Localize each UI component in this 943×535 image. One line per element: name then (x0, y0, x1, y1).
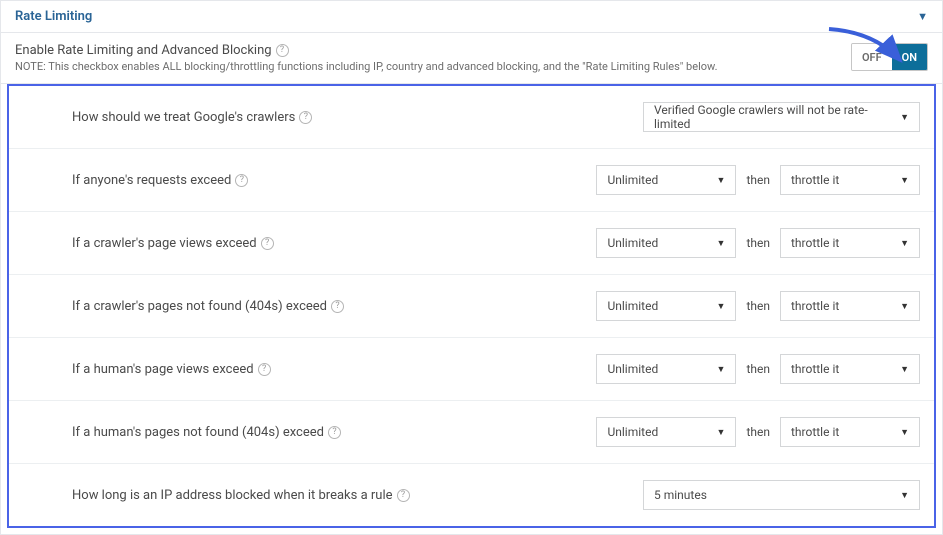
then-label: then (746, 173, 770, 187)
select-crawler-views-limit[interactable]: Unlimited ▼ (596, 228, 736, 258)
help-icon[interactable]: ? (397, 489, 410, 502)
label-human-404: If a human's pages not found (404s) exce… (72, 425, 596, 440)
label-human-views: If a human's page views exceed ? (72, 362, 596, 377)
select-anyone-limit[interactable]: Unlimited ▼ (596, 165, 736, 195)
caret-down-icon: ▼ (717, 364, 726, 375)
row-crawler-404: If a crawler's pages not found (404s) ex… (9, 275, 934, 338)
controls-block-duration: 5 minutes ▼ (643, 480, 920, 510)
row-human-views: If a human's page views exceed ? Unlimit… (9, 338, 934, 401)
enable-left: Enable Rate Limiting and Advanced Blocki… (15, 43, 851, 73)
caret-down-icon: ▼ (900, 175, 909, 186)
caret-down-icon: ▼ (900, 364, 909, 375)
help-icon[interactable]: ? (276, 44, 289, 57)
label-crawler-404: If a crawler's pages not found (404s) ex… (72, 299, 596, 314)
select-google-crawlers[interactable]: Verified Google crawlers will not be rat… (643, 102, 920, 132)
chevron-down-icon[interactable]: ▼ (917, 10, 928, 23)
select-crawler-404-limit[interactable]: Unlimited ▼ (596, 291, 736, 321)
select-block-duration[interactable]: 5 minutes ▼ (643, 480, 920, 510)
enable-toggle[interactable]: OFF ON (851, 43, 928, 71)
caret-down-icon: ▼ (717, 301, 726, 312)
toggle-on[interactable]: ON (892, 44, 927, 70)
caret-down-icon: ▼ (900, 301, 909, 312)
label-google-crawlers: How should we treat Google's crawlers ? (72, 110, 643, 125)
select-human-404-limit[interactable]: Unlimited ▼ (596, 417, 736, 447)
help-icon[interactable]: ? (331, 300, 344, 313)
controls-anyone: Unlimited ▼ then throttle it ▼ (596, 165, 920, 195)
panel-header[interactable]: Rate Limiting ▼ (1, 1, 942, 33)
controls-human-views: Unlimited ▼ then throttle it ▼ (596, 354, 920, 384)
help-icon[interactable]: ? (299, 111, 312, 124)
label-block-duration: How long is an IP address blocked when i… (72, 488, 643, 503)
then-label: then (746, 425, 770, 439)
panel-title: Rate Limiting (15, 9, 92, 24)
help-icon[interactable]: ? (235, 174, 248, 187)
row-anyone-requests: If anyone's requests exceed ? Unlimited … (9, 149, 934, 212)
caret-down-icon: ▼ (717, 175, 726, 186)
caret-down-icon: ▼ (717, 238, 726, 249)
help-icon[interactable]: ? (258, 363, 271, 376)
row-block-duration: How long is an IP address blocked when i… (9, 464, 934, 526)
then-label: then (746, 362, 770, 376)
enable-label: Enable Rate Limiting and Advanced Blocki… (15, 43, 851, 58)
controls-human-404: Unlimited ▼ then throttle it ▼ (596, 417, 920, 447)
select-human-404-action[interactable]: throttle it ▼ (780, 417, 920, 447)
controls-crawler-views: Unlimited ▼ then throttle it ▼ (596, 228, 920, 258)
select-human-views-action[interactable]: throttle it ▼ (780, 354, 920, 384)
caret-down-icon: ▼ (900, 490, 909, 501)
caret-down-icon: ▼ (900, 112, 909, 123)
controls-google: Verified Google crawlers will not be rat… (643, 102, 920, 132)
help-icon[interactable]: ? (261, 237, 274, 250)
settings-highlight: How should we treat Google's crawlers ? … (7, 84, 936, 528)
select-anyone-action[interactable]: throttle it ▼ (780, 165, 920, 195)
rate-limiting-panel: Rate Limiting ▼ Enable Rate Limiting and… (0, 0, 943, 535)
then-label: then (746, 236, 770, 250)
then-label: then (746, 299, 770, 313)
caret-down-icon: ▼ (900, 427, 909, 438)
select-crawler-views-action[interactable]: throttle it ▼ (780, 228, 920, 258)
caret-down-icon: ▼ (900, 238, 909, 249)
caret-down-icon: ▼ (717, 427, 726, 438)
select-human-views-limit[interactable]: Unlimited ▼ (596, 354, 736, 384)
enable-note: NOTE: This checkbox enables ALL blocking… (15, 60, 851, 73)
row-human-404: If a human's pages not found (404s) exce… (9, 401, 934, 464)
label-anyone-requests: If anyone's requests exceed ? (72, 173, 596, 188)
enable-row: Enable Rate Limiting and Advanced Blocki… (1, 33, 942, 84)
controls-crawler-404: Unlimited ▼ then throttle it ▼ (596, 291, 920, 321)
enable-label-text: Enable Rate Limiting and Advanced Blocki… (15, 43, 272, 58)
label-crawler-views: If a crawler's page views exceed ? (72, 236, 596, 251)
help-icon[interactable]: ? (328, 426, 341, 439)
row-google-crawlers: How should we treat Google's crawlers ? … (9, 86, 934, 149)
row-crawler-views: If a crawler's page views exceed ? Unlim… (9, 212, 934, 275)
toggle-off[interactable]: OFF (852, 44, 892, 70)
select-crawler-404-action[interactable]: throttle it ▼ (780, 291, 920, 321)
